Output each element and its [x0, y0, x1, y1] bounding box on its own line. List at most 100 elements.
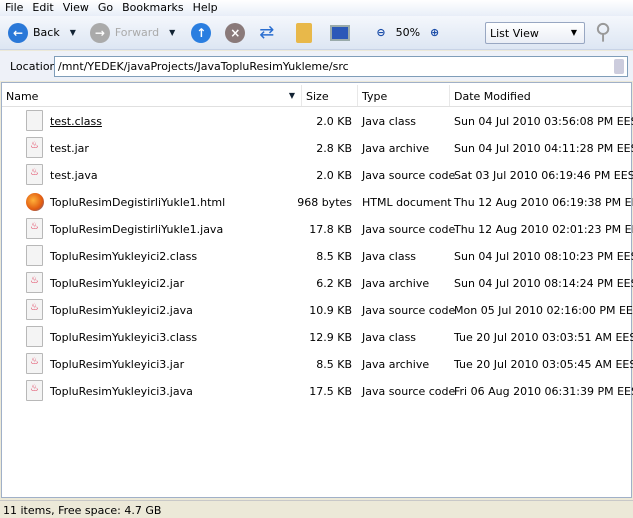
file-date: Sun 04 Jul 2010 08:14:24 PM EEST: [454, 277, 633, 290]
file-date: Thu 12 Aug 2010 02:01:23 PM EEST: [454, 223, 633, 236]
file-date: Thu 12 Aug 2010 06:19:38 PM EEST: [454, 196, 633, 209]
file-row[interactable]: test.jar 2.8 KB Java archive Sun 04 Jul …: [2, 135, 633, 161]
file-row[interactable]: TopluResimYukleyici2.class 8.5 KB Java c…: [2, 243, 633, 269]
menu-go[interactable]: Go: [93, 0, 117, 16]
menu-file[interactable]: File: [0, 0, 27, 16]
class-file-icon: [26, 245, 43, 266]
column-header-type[interactable]: Type: [358, 85, 450, 106]
file-type: Java archive: [362, 277, 430, 290]
file-row[interactable]: TopluResimYukleyici3.jar 8.5 KB Java arc…: [2, 351, 633, 377]
forward-button[interactable]: → Forward ▼: [89, 22, 175, 43]
file-size: 968 bytes: [297, 196, 352, 209]
menu-help[interactable]: Help: [188, 0, 222, 16]
location-bar: Location: /mnt/YEDEK/javaProjects/JavaTo…: [0, 51, 633, 81]
column-header-size[interactable]: Size: [302, 85, 358, 106]
java-file-icon: [26, 299, 43, 320]
column-header-name[interactable]: Name ▼: [2, 85, 302, 106]
menu-bookmarks[interactable]: Bookmarks: [117, 0, 187, 16]
java-file-icon: [26, 164, 43, 185]
java-file-icon: [26, 218, 43, 239]
file-name: TopluResimYukleyici3.jar: [50, 358, 185, 371]
column-header-date[interactable]: Date Modified: [450, 85, 631, 106]
class-file-icon: [26, 326, 43, 347]
file-size: 2.0 KB: [316, 115, 352, 128]
file-size: 17.8 KB: [309, 223, 352, 236]
file-name: test.jar: [50, 142, 89, 155]
file-name: TopluResimYukleyici3.java: [50, 385, 193, 398]
zoom-out-icon: ⊖: [376, 26, 386, 39]
search-button[interactable]: ⚲: [595, 20, 611, 45]
zoom-in-button[interactable]: ⊕: [430, 26, 439, 39]
file-size: 2.0 KB: [316, 169, 352, 182]
stop-button[interactable]: ×: [225, 22, 246, 43]
file-date: Tue 20 Jul 2010 03:03:51 AM EEST: [454, 331, 633, 344]
file-date: Sun 04 Jul 2010 04:11:28 PM EEST: [454, 142, 633, 155]
reload-button[interactable]: ⇄: [259, 22, 274, 43]
file-date: Sat 03 Jul 2010 06:19:46 PM EEST: [454, 169, 633, 182]
menu-view[interactable]: View: [58, 0, 93, 16]
up-button[interactable]: ↑: [191, 22, 212, 43]
back-arrow-icon: ←: [8, 22, 28, 43]
file-row[interactable]: test.class 2.0 KB Java class Sun 04 Jul …: [2, 108, 633, 134]
file-type: HTML document: [362, 196, 452, 209]
home-button[interactable]: [296, 22, 313, 43]
computer-button[interactable]: [330, 24, 351, 41]
file-date: Tue 20 Jul 2010 03:05:45 AM EEST: [454, 358, 633, 371]
file-row[interactable]: TopluResimDegistirliYukle1.java 17.8 KB …: [2, 216, 633, 242]
file-row[interactable]: TopluResimYukleyici2.java 10.9 KB Java s…: [2, 297, 633, 323]
file-name: TopluResimYukleyici3.class: [50, 331, 198, 344]
file-name: TopluResimYukleyici2.jar: [50, 277, 185, 290]
file-size: 8.5 KB: [316, 358, 352, 371]
file-name: test.class: [50, 115, 102, 128]
file-size: 2.8 KB: [316, 142, 352, 155]
sort-descending-icon: ▼: [288, 91, 295, 100]
forward-arrow-icon: →: [89, 22, 110, 43]
file-size: 6.2 KB: [316, 277, 352, 290]
file-size: 10.9 KB: [309, 304, 352, 317]
file-date: Mon 05 Jul 2010 02:16:00 PM EEST: [454, 304, 633, 317]
file-date: Fri 06 Aug 2010 06:31:39 PM EEST: [454, 385, 633, 398]
zoom-level: 50%: [395, 26, 421, 39]
file-type: Java archive: [362, 358, 430, 371]
file-name: test.java: [50, 169, 98, 182]
file-type: Java source code: [362, 169, 456, 182]
file-row[interactable]: TopluResimYukleyici2.jar 6.2 KB Java arc…: [2, 270, 633, 296]
file-row[interactable]: TopluResimDegistirliYukle1.html 968 byte…: [2, 189, 633, 215]
column-headers: Name ▼ Size Type Date Modified: [2, 85, 631, 107]
file-type: Java source code: [362, 385, 456, 398]
up-arrow-icon: ↑: [191, 22, 212, 43]
file-size: 8.5 KB: [316, 250, 352, 263]
file-type: Java class: [362, 250, 417, 263]
file-date: Sun 04 Jul 2010 03:56:08 PM EEST: [454, 115, 633, 128]
chevron-down-icon: ▼: [570, 28, 577, 37]
file-type: Java source code: [362, 223, 456, 236]
home-folder-icon: [296, 22, 313, 43]
location-label: Location:: [10, 60, 61, 73]
stop-icon: ×: [225, 22, 246, 43]
menu-edit[interactable]: Edit: [27, 0, 57, 16]
file-size: 12.9 KB: [309, 331, 352, 344]
file-row[interactable]: TopluResimYukleyici3.java 17.5 KB Java s…: [2, 378, 633, 404]
class-file-icon: [26, 110, 43, 131]
location-input[interactable]: /mnt/YEDEK/javaProjects/JavaTopluResimYu…: [54, 56, 628, 77]
view-mode-select[interactable]: List View ▼: [485, 22, 585, 44]
back-button[interactable]: ← Back ▼: [8, 22, 76, 43]
file-type: Java archive: [362, 142, 430, 155]
file-name: TopluResimDegistirliYukle1.java: [50, 223, 224, 236]
file-name: TopluResimDegistirliYukle1.html: [50, 196, 226, 209]
zoom-out-button[interactable]: ⊖: [376, 26, 385, 39]
reload-icon: ⇄: [259, 22, 275, 43]
status-bar: 11 items, Free space: 4.7 GB: [0, 500, 633, 518]
file-type: Java class: [362, 331, 417, 344]
java-file-icon: [26, 380, 43, 401]
zoom-in-icon: ⊕: [430, 26, 440, 39]
back-history-dropdown[interactable]: ▼: [70, 28, 76, 37]
forward-history-dropdown[interactable]: ▼: [169, 28, 175, 37]
file-row[interactable]: TopluResimYukleyici3.class 12.9 KB Java …: [2, 324, 633, 350]
file-row[interactable]: test.java 2.0 KB Java source code Sat 03…: [2, 162, 633, 188]
clear-location-icon[interactable]: [614, 59, 624, 74]
java-file-icon: [26, 137, 43, 158]
java-file-icon: [26, 272, 43, 293]
file-size: 17.5 KB: [309, 385, 352, 398]
computer-icon: [330, 24, 351, 41]
